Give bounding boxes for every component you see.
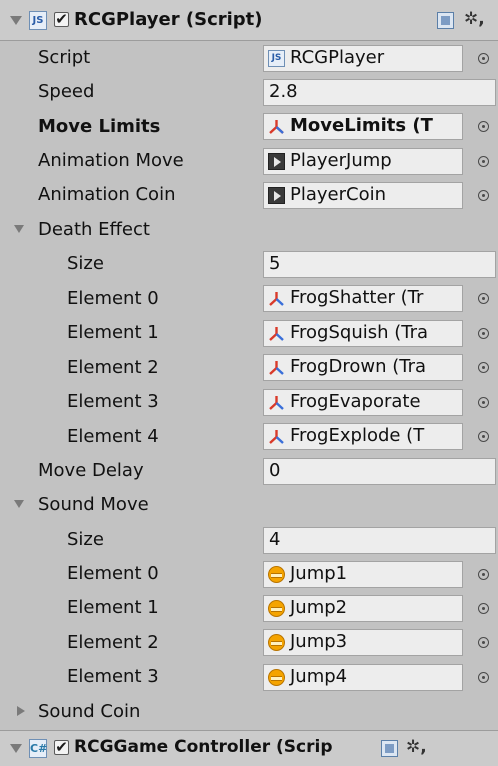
script-value: RCGPlayer: [290, 47, 385, 68]
death-effect-element-label: Element 1: [67, 322, 159, 343]
sound-move-element-field[interactable]: Jump2: [263, 595, 463, 622]
sound-move-element-value: Jump2: [290, 597, 348, 618]
death-effect-element-label: Element 2: [67, 357, 159, 378]
sound-move-size-input[interactable]: 4: [263, 527, 496, 554]
transform-icon: [269, 396, 284, 410]
next-component-header[interactable]: C# ✔ RCGGame Controller (Scrip ✲,: [0, 730, 498, 766]
death-effect-element-value: FrogShatter (Tr: [290, 287, 424, 308]
animation-clip-icon: [268, 153, 285, 170]
death-effect-size-label: Size: [67, 253, 104, 274]
death-effect-element-field[interactable]: FrogExplode (T: [263, 423, 463, 450]
death-effect-element-field[interactable]: FrogSquish (Tra: [263, 320, 463, 347]
animation-coin-label: Animation Coin: [38, 184, 176, 205]
component-enabled-checkbox[interactable]: ✔: [54, 740, 69, 755]
speed-label: Speed: [38, 81, 95, 102]
animation-coin-value: PlayerCoin: [290, 184, 387, 205]
collapse-triangle-icon[interactable]: [10, 744, 22, 753]
sound-coin-foldout-icon[interactable]: [17, 706, 25, 716]
death-effect-element-label: Element 0: [67, 288, 159, 309]
death-effect-element-field[interactable]: FrogShatter (Tr: [263, 285, 463, 312]
help-icon[interactable]: [381, 740, 398, 757]
move-delay-label: Move Delay: [38, 460, 144, 481]
move-delay-input[interactable]: 0: [263, 458, 496, 485]
death-effect-element-label: Element 4: [67, 426, 159, 447]
object-picker-icon[interactable]: [478, 156, 489, 167]
audio-clip-icon: [268, 634, 285, 651]
death-effect-foldout-icon[interactable]: [14, 225, 24, 233]
death-effect-element-value: FrogExplode (T: [290, 425, 425, 446]
component-enabled-checkbox[interactable]: ✔: [54, 12, 69, 27]
sound-move-element-value: Jump3: [290, 631, 348, 652]
sound-move-element-field[interactable]: Jump3: [263, 629, 463, 656]
audio-clip-icon: [268, 600, 285, 617]
js-script-icon: JS: [29, 11, 47, 30]
sound-move-element-value: Jump4: [290, 666, 348, 687]
audio-clip-icon: [268, 669, 285, 686]
object-picker-icon[interactable]: [478, 431, 489, 442]
sound-move-size-label: Size: [67, 529, 104, 550]
js-script-icon: JS: [268, 50, 285, 67]
death-effect-element-value: FrogEvaporate: [290, 391, 421, 412]
sound-move-label[interactable]: Sound Move: [38, 494, 149, 515]
death-effect-element-value: FrogSquish (Tra: [290, 322, 429, 343]
object-picker-icon[interactable]: [478, 53, 489, 64]
death-effect-label[interactable]: Death Effect: [38, 219, 150, 240]
csharp-script-icon: C#: [29, 739, 47, 758]
component-header[interactable]: JS ✔ RCGPlayer (Script) ✲,: [0, 0, 498, 41]
sound-move-element-label: Element 3: [67, 666, 159, 687]
help-icon[interactable]: [437, 12, 454, 29]
death-effect-element-field[interactable]: FrogEvaporate: [263, 389, 463, 416]
death-effect-element-field[interactable]: FrogDrown (Tra: [263, 354, 463, 381]
object-picker-icon[interactable]: [478, 569, 489, 580]
object-picker-icon[interactable]: [478, 362, 489, 373]
object-picker-icon[interactable]: [478, 328, 489, 339]
animation-clip-icon: [268, 187, 285, 204]
gear-icon[interactable]: ✲,: [406, 739, 427, 756]
object-picker-icon[interactable]: [478, 672, 489, 683]
transform-icon: [269, 327, 284, 341]
object-picker-icon[interactable]: [478, 121, 489, 132]
move-limits-label: Move Limits: [38, 116, 161, 137]
move-limits-value: MoveLimits (T: [290, 115, 433, 136]
animation-move-field[interactable]: PlayerJump: [263, 148, 463, 175]
move-limits-field[interactable]: MoveLimits (T: [263, 113, 463, 140]
transform-icon: [269, 292, 284, 306]
object-picker-icon[interactable]: [478, 637, 489, 648]
animation-coin-field[interactable]: PlayerCoin: [263, 182, 463, 209]
animation-move-label: Animation Move: [38, 150, 184, 171]
sound-move-element-label: Element 0: [67, 563, 159, 584]
audio-clip-icon: [268, 566, 285, 583]
script-field[interactable]: JS RCGPlayer: [263, 45, 463, 72]
sound-move-element-label: Element 2: [67, 632, 159, 653]
component-title: RCGPlayer (Script): [74, 9, 263, 30]
death-effect-element-label: Element 3: [67, 391, 159, 412]
next-component-title: RCGGame Controller (Scrip: [74, 737, 333, 757]
object-picker-icon[interactable]: [478, 190, 489, 201]
transform-icon: [269, 120, 284, 134]
collapse-triangle-icon[interactable]: [10, 16, 22, 25]
speed-input[interactable]: 2.8: [263, 79, 496, 106]
sound-move-element-field[interactable]: Jump4: [263, 664, 463, 691]
animation-move-value: PlayerJump: [290, 150, 392, 171]
transform-icon: [269, 361, 284, 375]
object-picker-icon[interactable]: [478, 603, 489, 614]
object-picker-icon[interactable]: [478, 397, 489, 408]
sound-coin-label[interactable]: Sound Coin: [38, 701, 140, 722]
sound-move-foldout-icon[interactable]: [14, 500, 24, 508]
gear-icon[interactable]: ✲,: [464, 11, 485, 28]
death-effect-element-value: FrogDrown (Tra: [290, 356, 427, 377]
object-picker-icon[interactable]: [478, 293, 489, 304]
sound-move-element-field[interactable]: Jump1: [263, 561, 463, 588]
death-effect-size-input[interactable]: 5: [263, 251, 496, 278]
sound-move-element-label: Element 1: [67, 597, 159, 618]
sound-move-element-value: Jump1: [290, 563, 348, 584]
transform-icon: [269, 430, 284, 444]
script-label: Script: [38, 47, 91, 68]
